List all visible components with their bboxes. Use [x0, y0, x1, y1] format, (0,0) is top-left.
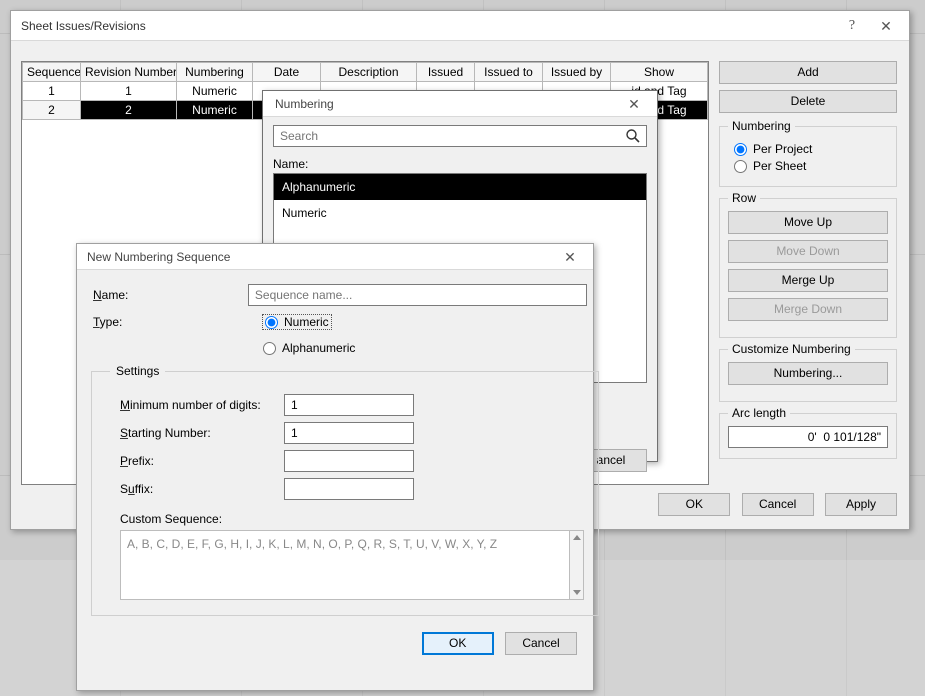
- close-icon: ✕: [880, 19, 892, 33]
- cell-numb[interactable]: Numeric: [177, 82, 253, 101]
- numbering-title: Numbering: [273, 97, 617, 111]
- numbering-group: Numbering Per Project Per Sheet: [719, 119, 897, 187]
- window-title: Sheet Issues/Revisions: [21, 19, 835, 33]
- side-panel: Add Delete Numbering Per Project Per She…: [719, 61, 897, 463]
- suffix-label: Suffix:: [110, 482, 270, 496]
- custom-sequence-label: Custom Sequence:: [120, 512, 584, 526]
- numbering-close-button[interactable]: ✕: [617, 90, 651, 118]
- col-issued[interactable]: Issued: [417, 63, 475, 82]
- help-button[interactable]: ?: [835, 12, 869, 40]
- cell-numb[interactable]: Numeric: [177, 101, 253, 120]
- type-numeric-label: Numeric: [284, 315, 329, 329]
- arc-length-field[interactable]: [728, 426, 888, 448]
- prefix-label: Prefix:: [110, 454, 270, 468]
- move-down-button: Move Down: [728, 240, 888, 263]
- sequence-name-input[interactable]: [248, 284, 587, 306]
- list-item[interactable]: Alphanumeric: [274, 174, 646, 200]
- row-group: Row Move Up Move Down Merge Up Merge Dow…: [719, 191, 897, 338]
- type-alpha-label: Alphanumeric: [282, 341, 355, 355]
- list-item[interactable]: Numeric: [274, 200, 646, 226]
- col-sequence[interactable]: Sequence: [23, 63, 81, 82]
- col-issued-by[interactable]: Issued by: [543, 63, 611, 82]
- customize-numbering-group: Customize Numbering Numbering...: [719, 342, 897, 402]
- per-project-input[interactable]: [734, 143, 747, 156]
- per-project-radio[interactable]: Per Project: [734, 142, 888, 156]
- row-group-label: Row: [728, 191, 760, 205]
- settings-legend: Settings: [110, 364, 165, 378]
- newseq-name-label: Name:: [83, 288, 234, 302]
- numbering-name-label: Name:: [273, 157, 647, 171]
- cell-rev[interactable]: 1: [81, 82, 177, 101]
- cell-seq[interactable]: 2: [23, 101, 81, 120]
- arc-length-group: Arc length: [719, 406, 897, 459]
- col-numbering[interactable]: Numbering: [177, 63, 253, 82]
- numbering-search-input[interactable]: [273, 125, 647, 147]
- add-button[interactable]: Add: [719, 61, 897, 84]
- col-show[interactable]: Show: [611, 63, 708, 82]
- close-button[interactable]: ✕: [869, 12, 903, 40]
- ok-button[interactable]: OK: [658, 493, 730, 516]
- customize-numbering-label: Customize Numbering: [728, 342, 855, 356]
- titlebar: Sheet Issues/Revisions ? ✕: [11, 11, 909, 41]
- type-numeric-input[interactable]: [265, 316, 278, 329]
- grid-header-row: Sequence Revision Number Numbering Date …: [23, 63, 708, 82]
- starting-number-label: Starting Number:: [110, 426, 270, 440]
- cell-rev[interactable]: 2: [81, 101, 177, 120]
- type-numeric-radio[interactable]: Numeric: [263, 315, 331, 329]
- starting-number-input[interactable]: [284, 422, 414, 444]
- delete-button[interactable]: Delete: [719, 90, 897, 113]
- per-sheet-input[interactable]: [734, 160, 747, 173]
- prefix-input[interactable]: [284, 450, 414, 472]
- suffix-input[interactable]: [284, 478, 414, 500]
- type-alpha-radio[interactable]: Alphanumeric: [263, 341, 355, 355]
- newseq-cancel-button[interactable]: Cancel: [505, 632, 577, 655]
- newseq-ok-button[interactable]: OK: [422, 632, 494, 655]
- newseq-footer: OK Cancel: [77, 622, 593, 669]
- search-icon: [625, 128, 641, 147]
- numbering-group-label: Numbering: [728, 119, 795, 133]
- col-revision-number[interactable]: Revision Number: [81, 63, 177, 82]
- col-description[interactable]: Description: [321, 63, 417, 82]
- newseq-type-label: Type:: [83, 315, 243, 329]
- min-digits-label: Minimum number of digits:: [110, 398, 270, 412]
- per-sheet-radio[interactable]: Per Sheet: [734, 159, 888, 173]
- arc-length-label: Arc length: [728, 406, 790, 420]
- type-alpha-input[interactable]: [263, 342, 276, 355]
- settings-group: Settings Minimum number of digits: Start…: [91, 364, 599, 616]
- move-up-button[interactable]: Move Up: [728, 211, 888, 234]
- scrollbar[interactable]: [570, 530, 584, 600]
- close-icon: ✕: [628, 97, 640, 111]
- col-issued-to[interactable]: Issued to: [475, 63, 543, 82]
- newseq-close-button[interactable]: ✕: [553, 243, 587, 271]
- new-numbering-sequence-dialog: New Numbering Sequence ✕ Name: Type: Num…: [76, 243, 594, 691]
- custom-sequence-textarea: A, B, C, D, E, F, G, H, I, J, K, L, M, N…: [120, 530, 570, 600]
- numbering-button[interactable]: Numbering...: [728, 362, 888, 385]
- numbering-titlebar: Numbering ✕: [263, 91, 657, 117]
- per-sheet-label: Per Sheet: [753, 159, 806, 173]
- min-digits-input[interactable]: [284, 394, 414, 416]
- apply-button[interactable]: Apply: [825, 493, 897, 516]
- merge-up-button[interactable]: Merge Up: [728, 269, 888, 292]
- close-icon: ✕: [564, 250, 576, 264]
- cell-seq[interactable]: 1: [23, 82, 81, 101]
- merge-down-button: Merge Down: [728, 298, 888, 321]
- col-date[interactable]: Date: [253, 63, 321, 82]
- cancel-button[interactable]: Cancel: [742, 493, 814, 516]
- per-project-label: Per Project: [753, 142, 812, 156]
- newseq-title: New Numbering Sequence: [87, 250, 553, 264]
- newseq-titlebar: New Numbering Sequence ✕: [77, 244, 593, 270]
